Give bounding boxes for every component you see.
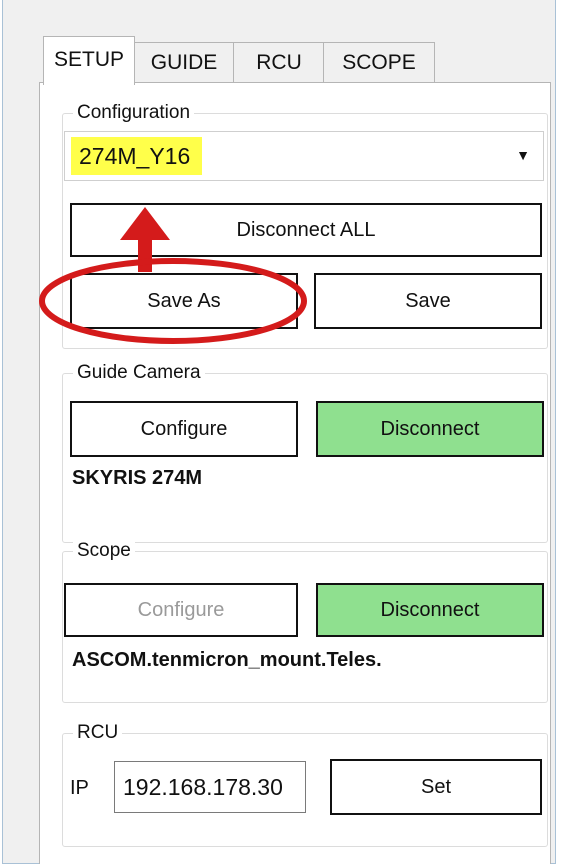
scope-device-name: ASCOM.tenmicron_mount.Teles. [72, 649, 382, 671]
configuration-select[interactable]: 274M_Y16 ▼ [64, 131, 544, 181]
rcu-set-button[interactable]: Set [330, 759, 542, 815]
guide-camera-disconnect-button[interactable]: Disconnect [316, 401, 544, 457]
tab-setup[interactable]: SETUP [43, 36, 135, 85]
configuration-selected-value: 274M_Y16 [71, 137, 203, 175]
app-window: SETUP GUIDE RCU SCOPE Configuration 274M… [2, 0, 556, 864]
chevron-down-icon[interactable]: ▼ [503, 132, 543, 180]
configuration-group-title: Configuration [73, 101, 195, 125]
scope-group-title: Scope [73, 539, 135, 563]
guide-camera-group-title: Guide Camera [73, 361, 205, 385]
disconnect-all-button[interactable]: Disconnect ALL [70, 203, 542, 257]
tab-scope[interactable]: SCOPE [323, 42, 435, 83]
scope-disconnect-button[interactable]: Disconnect [316, 583, 544, 637]
rcu-group-title: RCU [73, 721, 123, 745]
guide-camera-group: Guide Camera [62, 361, 548, 543]
save-button[interactable]: Save [314, 273, 542, 329]
tab-rcu[interactable]: RCU [233, 42, 325, 83]
save-as-button[interactable]: Save As [70, 273, 298, 329]
guide-camera-device-name: SKYRIS 274M [72, 467, 203, 489]
guide-camera-configure-button[interactable]: Configure [70, 401, 298, 457]
scope-configure-button[interactable]: Configure [64, 583, 298, 637]
tab-guide[interactable]: GUIDE [133, 42, 235, 83]
ip-address-input[interactable] [114, 761, 306, 813]
setup-tab-panel: Configuration 274M_Y16 ▼ Disconnect ALL … [39, 82, 551, 864]
ip-label: IP [70, 777, 89, 799]
